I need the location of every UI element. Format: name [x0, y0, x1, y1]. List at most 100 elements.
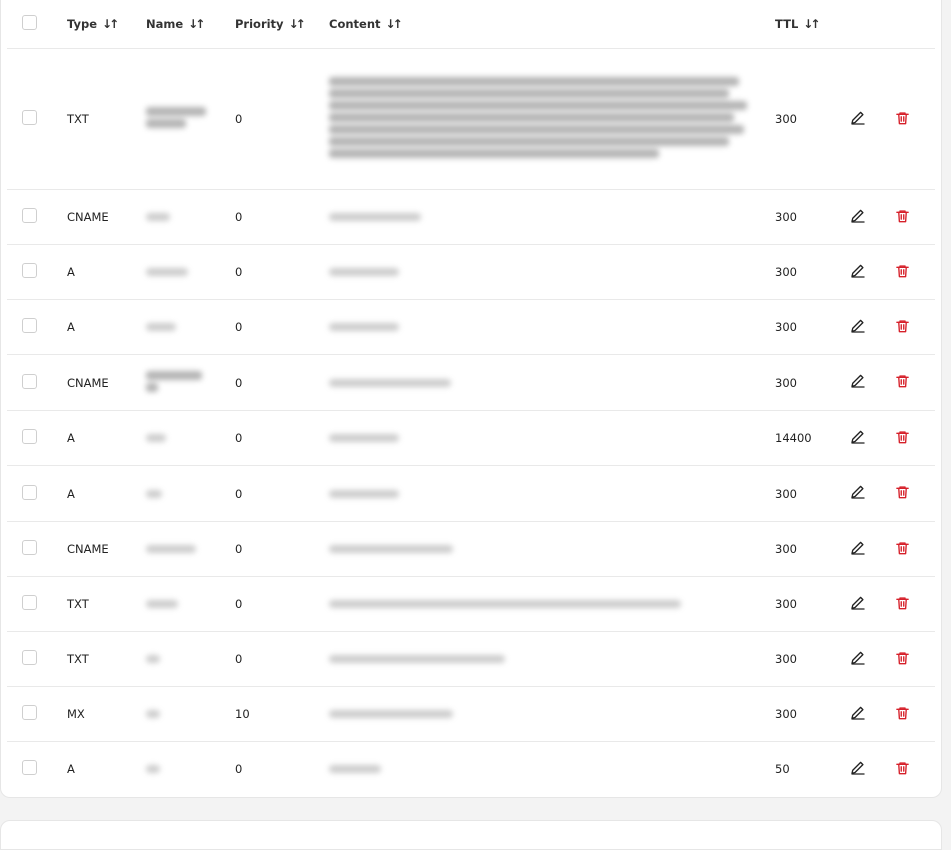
table-row[interactable]: MX 10 300 [7, 686, 935, 742]
record-name [140, 48, 229, 190]
table-row[interactable]: A 0 14400 [7, 410, 935, 466]
sort-icon[interactable]: ↓↑ [386, 17, 403, 31]
dns-records-card: Type ↓↑ Name ↓↑ Priority ↓↑ Content ↓↑ TTL ↓↑… [0, 0, 942, 798]
record-type: CNAME [61, 354, 140, 411]
record-name [140, 631, 229, 687]
edit-icon[interactable] [849, 207, 867, 225]
record-content [323, 521, 769, 577]
row-checkbox[interactable] [22, 540, 37, 555]
edit-icon[interactable] [849, 428, 867, 446]
secondary-card [0, 820, 942, 850]
delete-icon[interactable] [895, 484, 910, 500]
record-name [140, 686, 229, 742]
delete-icon[interactable] [895, 263, 910, 279]
record-type: TXT [61, 576, 140, 632]
record-priority: 10 [229, 686, 323, 742]
table-row[interactable]: CNAME 0 300 [7, 521, 935, 577]
delete-icon[interactable] [895, 540, 910, 556]
record-priority: 0 [229, 465, 323, 522]
record-content [323, 576, 769, 632]
column-header-ttl[interactable]: TTL ↓↑ [769, 0, 843, 49]
row-checkbox[interactable] [22, 208, 37, 223]
edit-icon[interactable] [849, 759, 867, 777]
edit-icon[interactable] [849, 704, 867, 722]
table-row[interactable]: CNAME 0 300 [7, 189, 935, 245]
delete-icon[interactable] [895, 705, 910, 721]
record-content [323, 189, 769, 245]
record-type: A [61, 410, 140, 466]
sort-icon[interactable]: ↓↑ [803, 17, 820, 31]
record-type: A [61, 244, 140, 300]
sort-icon[interactable]: ↓↑ [289, 17, 306, 31]
record-priority: 0 [229, 354, 323, 411]
edit-icon[interactable] [849, 262, 867, 280]
record-name [140, 410, 229, 466]
record-content [323, 299, 769, 355]
record-content [323, 465, 769, 522]
row-checkbox[interactable] [22, 373, 37, 389]
row-checkbox[interactable] [22, 110, 37, 125]
record-ttl: 50 [769, 741, 843, 797]
record-ttl: 300 [769, 189, 843, 245]
record-ttl: 14400 [769, 410, 843, 466]
row-checkbox[interactable] [22, 650, 37, 665]
record-content [323, 354, 769, 411]
column-header-priority[interactable]: Priority ↓↑ [229, 0, 323, 49]
record-content [323, 686, 769, 742]
record-name [140, 465, 229, 522]
row-checkbox[interactable] [22, 760, 37, 776]
delete-icon[interactable] [895, 429, 910, 445]
record-name [140, 741, 229, 797]
delete-icon[interactable] [895, 595, 910, 611]
column-header-type[interactable]: Type ↓↑ [61, 0, 140, 49]
record-priority: 0 [229, 189, 323, 245]
table-row[interactable]: TXT 0 300 [7, 48, 935, 190]
row-checkbox[interactable] [22, 484, 37, 500]
edit-icon[interactable] [849, 109, 867, 127]
sort-icon[interactable]: ↓↑ [188, 17, 205, 31]
edit-icon[interactable] [849, 483, 867, 501]
record-ttl: 300 [769, 48, 843, 190]
table-row[interactable]: A 0 50 [7, 741, 935, 797]
column-header-name[interactable]: Name ↓↑ [140, 0, 229, 49]
delete-icon[interactable] [895, 110, 910, 126]
column-header-content[interactable]: Content ↓↑ [323, 0, 769, 49]
edit-icon[interactable] [849, 649, 867, 667]
table-row[interactable]: TXT 0 300 [7, 631, 935, 687]
record-content [323, 631, 769, 687]
record-name [140, 244, 229, 300]
select-all-checkbox[interactable] [22, 15, 37, 30]
row-checkbox[interactable] [22, 705, 37, 720]
record-ttl: 300 [769, 244, 843, 300]
table-row[interactable]: A 0 300 [7, 299, 935, 355]
table-row[interactable]: TXT 0 300 [7, 576, 935, 632]
row-checkbox[interactable] [22, 263, 37, 278]
edit-icon[interactable] [849, 594, 867, 612]
table-row[interactable]: A 0 300 [7, 465, 935, 522]
record-type: A [61, 465, 140, 522]
edit-icon[interactable] [849, 372, 867, 390]
table-row[interactable]: CNAME 0 300 [7, 354, 935, 411]
row-checkbox[interactable] [22, 595, 37, 610]
table-row[interactable]: A 0 300 [7, 244, 935, 300]
edit-icon[interactable] [849, 317, 867, 335]
record-type: A [61, 741, 140, 797]
record-name [140, 576, 229, 632]
record-type: CNAME [61, 521, 140, 577]
sort-icon[interactable]: ↓↑ [102, 17, 119, 31]
dns-records-table: Type ↓↑ Name ↓↑ Priority ↓↑ Content ↓↑ TTL ↓↑… [7, 0, 935, 797]
record-content [323, 741, 769, 797]
edit-icon[interactable] [849, 539, 867, 557]
record-name [140, 354, 229, 411]
row-checkbox[interactable] [22, 429, 37, 444]
record-priority: 0 [229, 741, 323, 797]
record-type: A [61, 299, 140, 355]
delete-icon[interactable] [895, 208, 910, 224]
record-ttl: 300 [769, 354, 843, 411]
delete-icon[interactable] [895, 373, 910, 389]
row-checkbox[interactable] [22, 318, 37, 333]
delete-icon[interactable] [895, 650, 910, 666]
delete-icon[interactable] [895, 318, 910, 334]
delete-icon[interactable] [895, 760, 910, 776]
record-name [140, 521, 229, 577]
